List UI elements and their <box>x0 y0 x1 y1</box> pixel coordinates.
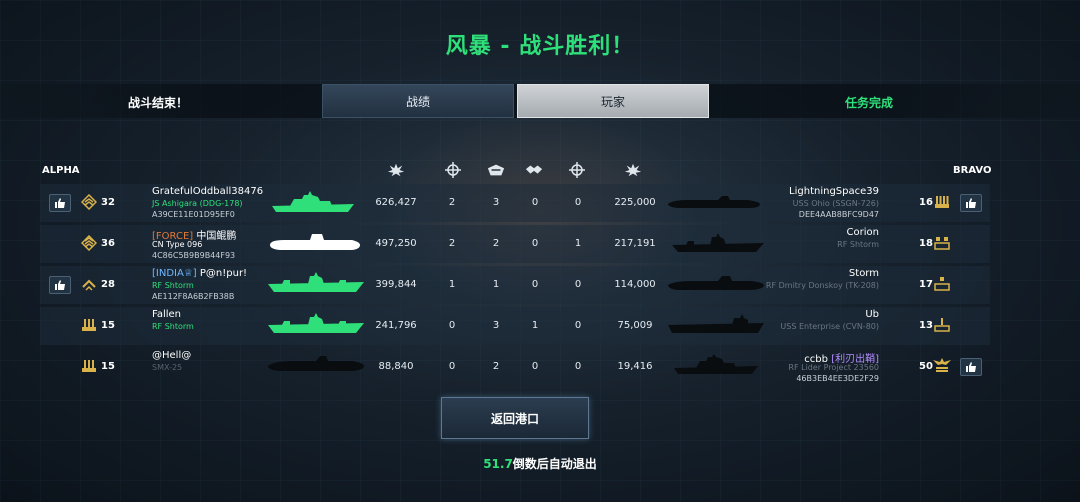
stat-value: 0 <box>574 197 582 208</box>
rank-chevron-icon <box>80 234 98 252</box>
player-level: 18 <box>919 238 933 249</box>
player-name-text: P@n!pur! <box>199 268 248 279</box>
damage-value: 88,840 <box>378 361 414 372</box>
player-level: 13 <box>919 320 933 331</box>
player-ship: SMX-25 <box>152 363 183 372</box>
thumbs-up-icon <box>55 198 65 208</box>
rank-insignia-icon <box>934 276 950 292</box>
player-name: Storm <box>848 268 879 279</box>
player-id: 4C86C5B9B9B44F93 <box>152 251 236 260</box>
player-level: 50 <box>919 361 933 372</box>
clan-tag: [INDIA♕] <box>152 268 197 279</box>
player-ship: JS Ashigara (DDG-178) <box>152 199 243 208</box>
player-ship: USS Ohio (SSGN-726) <box>792 199 879 208</box>
like-button[interactable] <box>960 358 982 376</box>
carrier-silhouette-icon <box>672 233 764 255</box>
carrier-silhouette-icon <box>268 313 364 337</box>
player-name: GratefulOddball38476 <box>152 186 264 197</box>
damage-value: 114,000 <box>614 279 656 290</box>
player-id: A39CE11E01D95EF0 <box>152 210 235 219</box>
countdown-text: 倒数后自动退出 <box>512 457 597 471</box>
countdown-value: 51.7 <box>483 457 513 471</box>
player-ship: RF Shtorm <box>837 240 879 249</box>
crosshair-icon <box>444 162 462 178</box>
destroyer-silhouette-icon <box>674 354 758 376</box>
submarine-silhouette-icon <box>268 356 364 376</box>
thumbs-up-icon <box>55 280 65 290</box>
player-id: DEE4AAB8BFC9D47 <box>798 210 879 219</box>
battle-result-title: 风暴 - 战斗胜利！ <box>445 34 635 59</box>
player-name: LightningSpace39 <box>789 186 879 197</box>
player-id: 46B3EB4EE3DE2F29 <box>796 374 879 383</box>
team-bravo-label: BRAVO <box>953 165 992 176</box>
stat-value: 0 <box>574 320 582 331</box>
player-level: 36 <box>101 238 115 249</box>
rank-chevron-icon <box>80 193 98 211</box>
damage-value: 399,844 <box>375 279 417 290</box>
mission-complete-label: 任务完成 <box>845 96 894 110</box>
player-level: 28 <box>101 279 115 290</box>
tab-stats[interactable]: 战绩 <box>322 84 514 118</box>
player-name: [INDIA♕] P@n!pur! <box>152 268 247 279</box>
player-level: 16 <box>919 197 933 208</box>
player-level: 32 <box>101 197 115 208</box>
player-ship: RF Dmitry Donskoy (TK-208) <box>765 281 879 290</box>
player-level: 15 <box>101 320 115 331</box>
player-name: Corion <box>846 227 879 238</box>
team-alpha-label: ALPHA <box>42 165 80 176</box>
like-button[interactable] <box>960 194 982 212</box>
handshake-icon <box>525 162 543 178</box>
rank-insignia-icon <box>934 235 950 251</box>
rank-bars-icon <box>934 194 950 210</box>
damage-value: 19,416 <box>617 361 653 372</box>
damage-value: 75,009 <box>617 320 653 331</box>
rank-eagle-icon <box>932 356 952 374</box>
stat-value: 1 <box>574 238 582 249</box>
carrier-silhouette-icon <box>268 272 364 296</box>
crosshair-icon <box>568 162 586 178</box>
rank-bars-icon <box>81 317 97 333</box>
player-ship: RF Lider Project 23560 <box>788 363 879 372</box>
thumbs-up-icon <box>966 198 976 208</box>
submarine-silhouette-icon <box>270 233 360 255</box>
player-name-text: 中国鲲鹏 <box>196 231 237 242</box>
damage-value: 241,796 <box>375 320 417 331</box>
kills-icon <box>487 162 505 178</box>
player-name: Fallen <box>152 309 182 320</box>
rank-bars-icon <box>81 358 97 374</box>
damage-value: 217,191 <box>614 238 656 249</box>
player-ship: RF Shtorm <box>152 322 194 331</box>
player-level: 17 <box>919 279 933 290</box>
battle-over-label: 战斗结束！ <box>128 96 189 110</box>
submarine-silhouette-icon <box>668 276 764 294</box>
stat-value: 0 <box>574 279 582 290</box>
return-to-port-button[interactable]: 返回港口 <box>441 397 589 439</box>
damage-value: 225,000 <box>614 197 656 208</box>
damage-value: 626,427 <box>375 197 417 208</box>
auto-exit-countdown: 51.7倒数后自动退出 <box>0 455 1080 472</box>
player-ship: RF Shtorm <box>152 281 194 290</box>
player-level: 15 <box>101 361 115 372</box>
damage-value: 497,250 <box>375 238 417 249</box>
player-ship: CN Type 096 <box>152 240 203 249</box>
rank-chevron-icon <box>81 276 97 292</box>
tab-players[interactable]: 玩家 <box>517 84 709 118</box>
damage-explosion-icon <box>624 162 642 178</box>
player-name: @Hell@ <box>152 350 192 361</box>
like-button[interactable] <box>49 194 71 212</box>
player-id: AE112F8A6B2FB38B <box>152 292 235 301</box>
destroyer-silhouette-icon <box>272 191 354 215</box>
thumbs-up-icon <box>966 362 976 372</box>
damage-explosion-icon <box>387 162 405 178</box>
submarine-silhouette-icon <box>668 196 760 212</box>
stat-value: 0 <box>574 361 582 372</box>
rank-insignia-icon <box>934 317 950 333</box>
player-ship: USS Enterprise (CVN-80) <box>780 322 879 331</box>
like-button[interactable] <box>49 276 71 294</box>
player-name: Ub <box>865 309 879 320</box>
carrier-silhouette-icon <box>668 314 764 336</box>
